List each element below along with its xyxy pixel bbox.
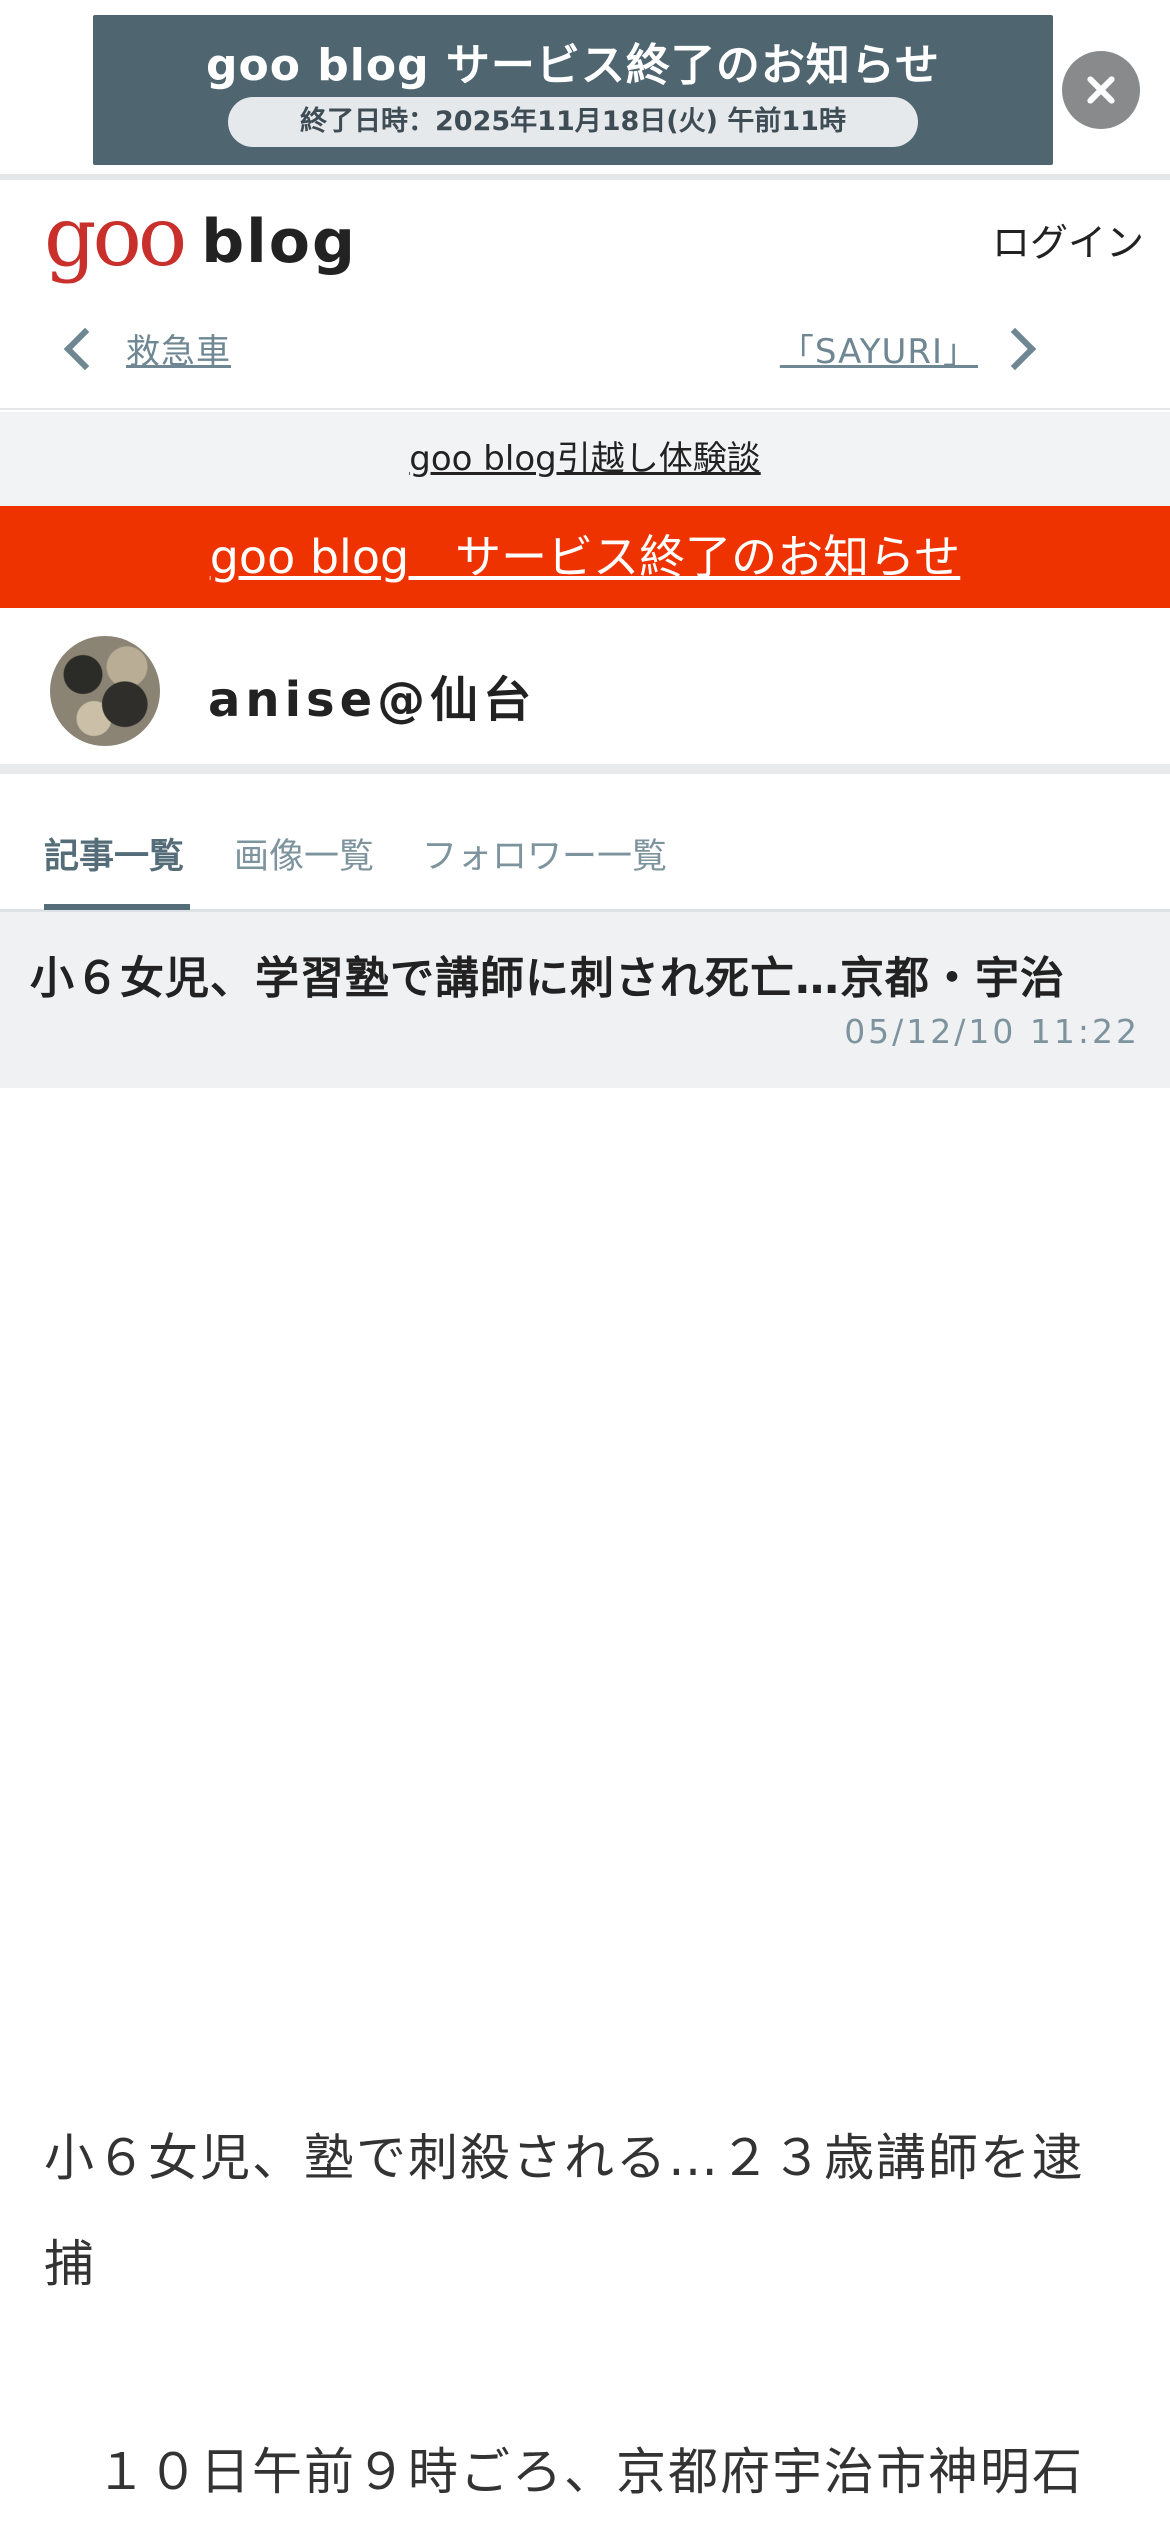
top-ad-area: goo blog サービス終了のお知らせ 終了日時：2025年11月18日(火)… — [0, 0, 1170, 180]
prev-article-nav[interactable]: 救急車 — [62, 324, 231, 373]
prev-article-link[interactable]: 救急車 — [126, 324, 231, 373]
login-link[interactable]: ログイン — [992, 212, 1144, 267]
blog-user-name[interactable]: anise@仙台 — [208, 660, 536, 730]
tab-articles[interactable]: 記事一覧 — [44, 828, 184, 879]
service-end-notice-link[interactable]: goo blog サービス終了のお知らせ — [210, 530, 961, 584]
next-article-link[interactable]: 「SAYURI」 — [780, 324, 978, 373]
avatar[interactable] — [50, 636, 160, 746]
article-date: 05/12/10 11:22 — [844, 1012, 1140, 1051]
article-body-line: １０日午前９時ごろ、京都府宇治市神明石 — [44, 2443, 1084, 2501]
migration-story-link[interactable]: goo blog引越し体験談 — [409, 439, 760, 479]
close-icon[interactable] — [1062, 51, 1140, 129]
blog-profile: anise@仙台 — [0, 608, 1170, 774]
site-header: goo blog ログイン 救急車 「SAYURI」 — [0, 186, 1170, 410]
article-body-line: 捕 — [44, 2235, 96, 2293]
service-end-notice-bar: goo blog サービス終了のお知らせ — [0, 506, 1170, 608]
ad-end-date: 終了日時：2025年11月18日(火) 午前11時 — [228, 97, 918, 147]
article-title: 小６女児、学習塾で講師に刺され死亡…京都・宇治 — [30, 953, 1065, 1004]
content-tabs: 記事一覧 画像一覧 フォロワー一覧 — [0, 784, 1170, 912]
tab-followers[interactable]: フォロワー一覧 — [422, 828, 667, 879]
migration-story-bar: goo blog引越し体験談 — [0, 412, 1170, 506]
ad-title: goo blog サービス終了のお知らせ — [205, 40, 940, 91]
chevron-left-icon — [63, 327, 107, 370]
service-end-ad-banner[interactable]: goo blog サービス終了のお知らせ 終了日時：2025年11月18日(火)… — [93, 15, 1053, 165]
tab-images[interactable]: 画像一覧 — [234, 828, 374, 879]
logo-blog-text: blog — [201, 207, 357, 277]
next-article-nav[interactable]: 「SAYURI」 — [780, 324, 1037, 373]
active-tab-indicator — [44, 904, 190, 910]
logo-goo-text: goo — [44, 190, 187, 285]
chevron-right-icon — [993, 327, 1037, 370]
article-header: 小６女児、学習塾で講師に刺され死亡…京都・宇治 05/12/10 11:22 — [0, 912, 1170, 1088]
article-body-line: 小６女児、塾で刺殺される…２３歳講師を逮 — [44, 2129, 1084, 2187]
goo-blog-logo[interactable]: goo blog — [44, 190, 357, 285]
